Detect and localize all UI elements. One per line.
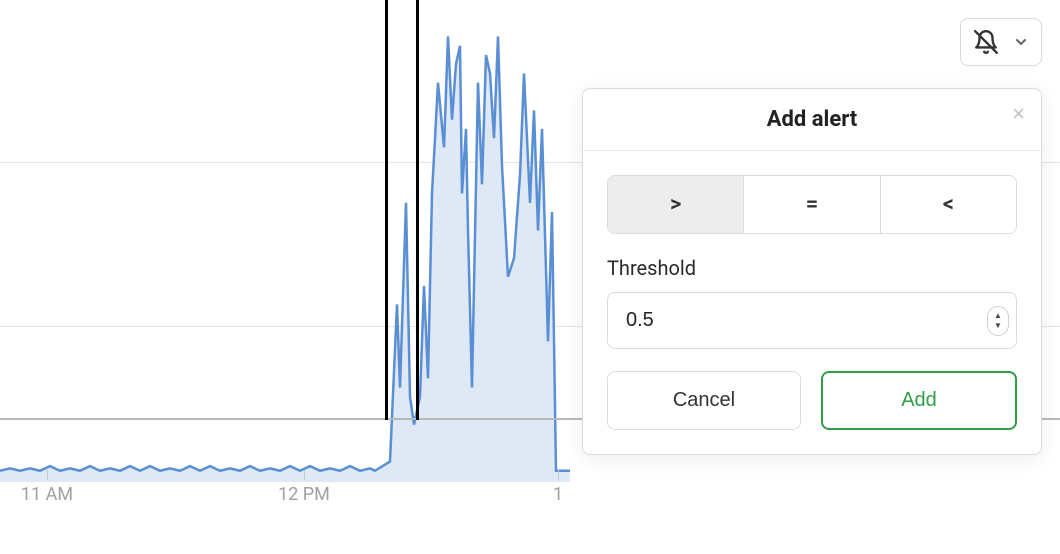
x-tick: 11 AM <box>47 470 99 505</box>
x-tick-label: 1 <box>553 484 563 505</box>
cancel-button[interactable]: Cancel <box>607 371 801 430</box>
x-tick-label: 12 PM <box>278 484 330 505</box>
x-tick-label: 11 AM <box>21 484 73 505</box>
chevron-down-icon <box>1013 34 1029 50</box>
x-tick: 12 PM <box>304 470 356 505</box>
operator-gt[interactable]: > <box>608 176 743 233</box>
no-alert-icon <box>973 29 999 55</box>
threshold-label: Threshold <box>607 256 1017 280</box>
popover-title: Add alert <box>767 107 858 132</box>
stepper-up-icon[interactable]: ▲ <box>994 311 1002 321</box>
alert-toggle-dropdown[interactable] <box>960 18 1042 66</box>
add-alert-popover: Add alert × >=< Threshold ▲ ▼ Cancel Add <box>582 88 1042 455</box>
threshold-input[interactable] <box>607 292 1017 349</box>
x-tick: 1 <box>558 470 568 505</box>
x-axis: 11 AM12 PM1 <box>0 470 1060 500</box>
threshold-stepper[interactable]: ▲ ▼ <box>987 306 1009 336</box>
operator-segmented-control: >=< <box>607 175 1017 234</box>
close-button[interactable]: × <box>1012 103 1025 125</box>
add-button[interactable]: Add <box>821 371 1017 430</box>
stepper-down-icon[interactable]: ▼ <box>994 321 1002 331</box>
popover-header: Add alert × <box>583 89 1041 151</box>
operator-eq[interactable]: = <box>743 176 879 233</box>
operator-lt[interactable]: < <box>880 176 1016 233</box>
